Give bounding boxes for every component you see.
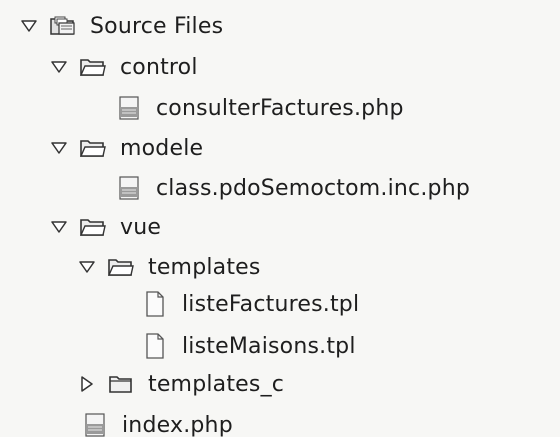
tree-node-label: consulterFactures.php (156, 95, 404, 121)
expand-arrow-down-icon[interactable] (76, 256, 98, 278)
tree-node-label: control (120, 54, 198, 80)
tree-node-templates[interactable]: templates (76, 248, 261, 286)
project-file-tree: Source Files control consulterFactures.p… (0, 0, 560, 437)
tree-node-label: templates (148, 254, 261, 280)
tree-node-label: index.php (122, 412, 233, 437)
folder-open-icon (78, 135, 108, 161)
tree-node-listefactures-tpl[interactable]: listeFactures.tpl (140, 285, 359, 323)
folder-open-icon (106, 254, 136, 280)
expand-arrow-down-icon[interactable] (48, 137, 70, 159)
tpl-file-icon (140, 333, 170, 359)
tree-node-consulterfactures-php[interactable]: consulterFactures.php (114, 89, 404, 127)
tree-node-modele[interactable]: modele (48, 129, 203, 167)
folder-open-icon (78, 214, 108, 240)
tpl-file-icon (140, 291, 170, 317)
folder-closed-icon (106, 371, 136, 397)
tree-node-label: Source Files (90, 13, 224, 39)
tree-node-vue[interactable]: vue (48, 208, 161, 246)
tree-node-listemaisons-tpl[interactable]: listeMaisons.tpl (140, 327, 356, 365)
expand-arrow-down-icon[interactable] (18, 15, 40, 37)
source-folder-icon (48, 13, 78, 39)
tree-node-control[interactable]: control (48, 48, 198, 86)
expand-arrow-down-icon[interactable] (48, 216, 70, 238)
tree-node-label: templates_c (148, 371, 285, 397)
tree-node-label: class.pdoSemoctom.inc.php (156, 175, 471, 201)
folder-open-icon (78, 54, 108, 80)
tree-node-source-files[interactable]: Source Files (18, 7, 223, 45)
tree-node-index-php[interactable]: index.php (80, 406, 233, 437)
php-file-icon (114, 95, 144, 121)
tree-node-label: listeMaisons.tpl (182, 333, 356, 359)
php-file-icon (114, 175, 144, 201)
tree-node-label: modele (120, 135, 204, 161)
expand-arrow-down-icon[interactable] (48, 56, 70, 78)
tree-node-label: listeFactures.tpl (182, 291, 360, 317)
tree-node-templates-c[interactable]: templates_c (76, 365, 284, 403)
tree-node-class-pdosemoctom-inc-php[interactable]: class.pdoSemoctom.inc.php (114, 169, 470, 207)
php-file-icon (80, 412, 110, 437)
expand-arrow-right-icon[interactable] (76, 373, 98, 395)
tree-node-label: vue (120, 214, 162, 240)
